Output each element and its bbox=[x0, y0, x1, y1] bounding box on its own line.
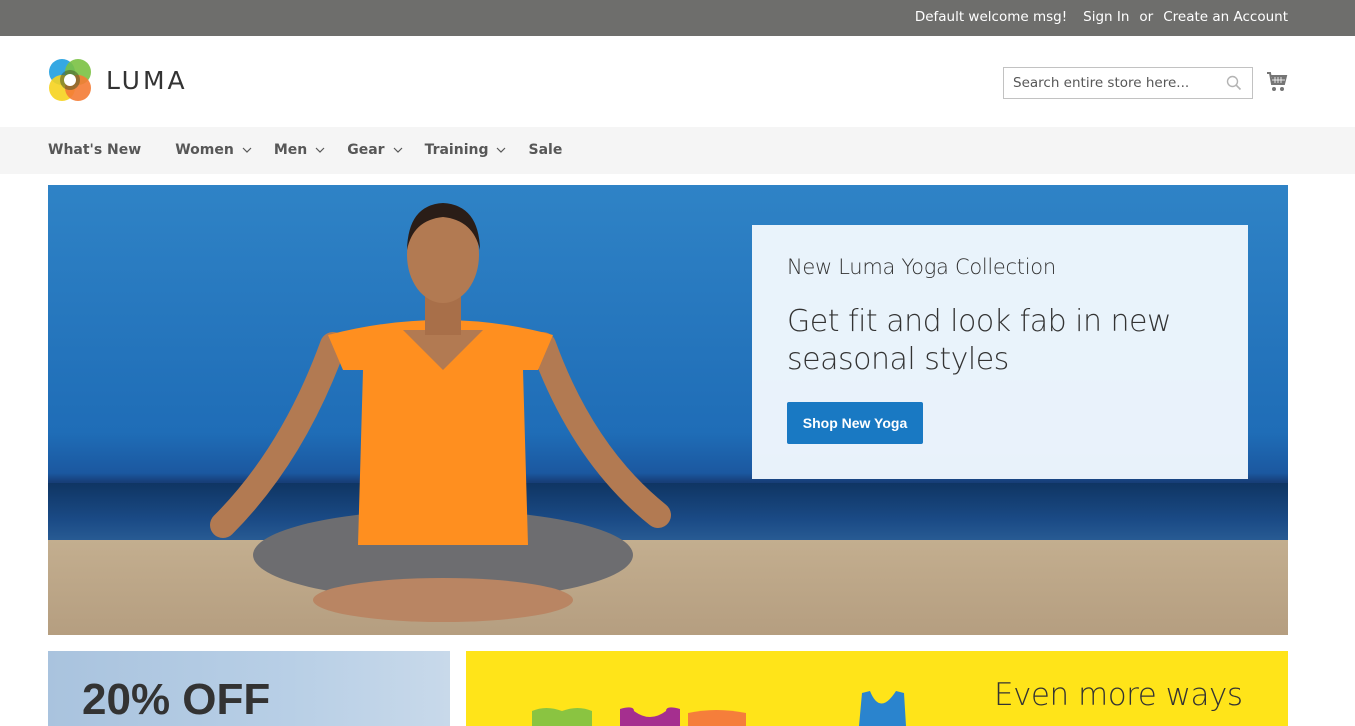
nav-item-label: Women bbox=[175, 142, 234, 158]
or-separator: or bbox=[1139, 9, 1154, 25]
nav-item-label: Gear bbox=[347, 142, 385, 158]
nav-item-women[interactable]: Women bbox=[175, 142, 252, 158]
chevron-down-icon bbox=[315, 147, 325, 153]
create-account-link[interactable]: Create an Account bbox=[1163, 9, 1288, 25]
main-navigation: What's New Women Men Gear Training Sale bbox=[0, 127, 1355, 174]
chevron-down-icon bbox=[242, 147, 252, 153]
yoga-model-image bbox=[210, 203, 671, 622]
promo-tile-even-more-ways[interactable]: Even more ways bbox=[466, 651, 1288, 726]
logo-text: LUMA bbox=[106, 65, 188, 95]
search-input[interactable] bbox=[1004, 68, 1214, 98]
nav-item-label: What's New bbox=[48, 142, 142, 158]
tile-headline: Even more ways bbox=[994, 677, 1243, 713]
nav-item-men[interactable]: Men bbox=[274, 142, 325, 158]
promo-card: New Luma Yoga Collection Get fit and loo… bbox=[752, 225, 1248, 479]
header-links: Default welcome msg! Sign In or Create a… bbox=[915, 9, 1288, 25]
luma-logo-icon bbox=[48, 58, 92, 102]
promo-tile-20-off[interactable]: 20% OFF bbox=[48, 651, 450, 726]
nav-item-gear[interactable]: Gear bbox=[347, 142, 402, 158]
shop-new-yoga-button[interactable]: Shop New Yoga bbox=[787, 402, 923, 444]
search-icon[interactable] bbox=[1226, 75, 1242, 91]
nav-item-label: Men bbox=[273, 142, 308, 158]
top-bar: Default welcome msg! Sign In or Create a… bbox=[0, 0, 1355, 36]
tank-tops-illustration bbox=[532, 691, 906, 726]
nav-item-label: Training bbox=[424, 142, 489, 158]
logo[interactable]: LUMA bbox=[48, 58, 188, 102]
chevron-down-icon bbox=[393, 147, 402, 153]
cart-icon[interactable] bbox=[1266, 71, 1288, 93]
sign-in-link[interactable]: Sign In bbox=[1083, 9, 1129, 25]
welcome-message: Default welcome msg! bbox=[914, 9, 1068, 25]
chevron-down-icon bbox=[497, 147, 506, 153]
hero-banner[interactable]: New Luma Yoga Collection Get fit and loo… bbox=[48, 185, 1288, 635]
nav-item-whats-new[interactable]: What's New bbox=[48, 142, 141, 158]
nav-item-label: Sale bbox=[528, 142, 563, 158]
tile-discount-text: 20% OFF bbox=[82, 675, 271, 724]
promo-headline: Get fit and look fab in new seasonal sty… bbox=[787, 304, 1172, 377]
search-box bbox=[1003, 67, 1253, 99]
promo-subtitle: New Luma Yoga Collection bbox=[787, 255, 1056, 279]
nav-item-sale[interactable]: Sale bbox=[528, 142, 562, 158]
nav-item-training[interactable]: Training bbox=[425, 142, 507, 158]
